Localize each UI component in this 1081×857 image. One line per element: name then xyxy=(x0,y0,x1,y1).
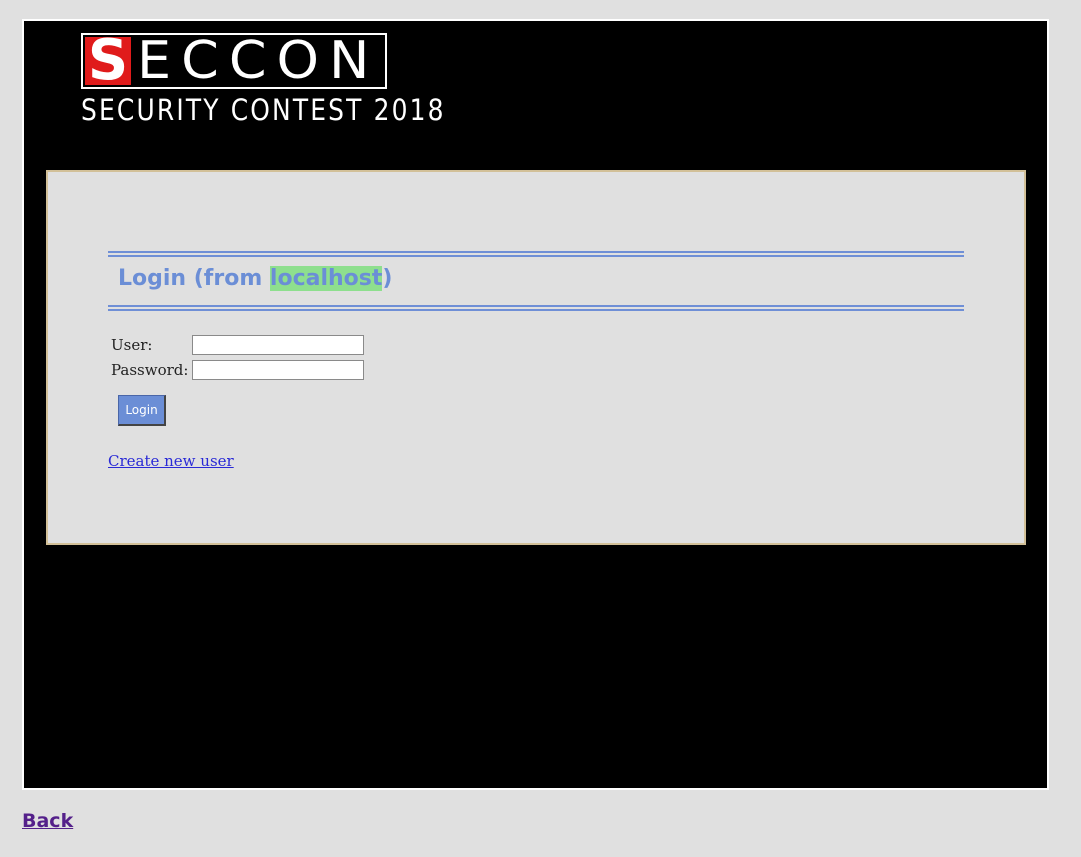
user-label: User: xyxy=(111,336,153,354)
login-heading: Login (from localhost) xyxy=(118,266,392,291)
user-input[interactable] xyxy=(192,335,364,355)
password-label: Password: xyxy=(111,361,189,379)
divider-top xyxy=(108,251,964,257)
login-button[interactable]: Login xyxy=(118,395,166,426)
main-frame: S ECCON SECURITY CONTEST 2018 Login (fro… xyxy=(22,19,1049,790)
create-new-user-link[interactable]: Create new user xyxy=(108,452,234,470)
logo-subtitle: SECURITY CONTEST 2018 xyxy=(81,93,446,127)
back-link[interactable]: Back xyxy=(22,810,73,832)
login-host: localhost xyxy=(269,266,383,291)
logo-letters: ECCON xyxy=(137,33,380,89)
password-input[interactable] xyxy=(192,360,364,380)
login-heading-suffix: ) xyxy=(382,266,393,291)
logo-letter-s: S xyxy=(85,35,131,87)
login-panel: Login (from localhost) User: Password: L… xyxy=(46,170,1026,545)
divider-bottom xyxy=(108,305,964,311)
logo-wordmark: S ECCON xyxy=(81,33,387,89)
login-heading-prefix: Login (from xyxy=(118,266,270,291)
seccon-logo: S ECCON SECURITY CONTEST 2018 xyxy=(81,33,446,127)
